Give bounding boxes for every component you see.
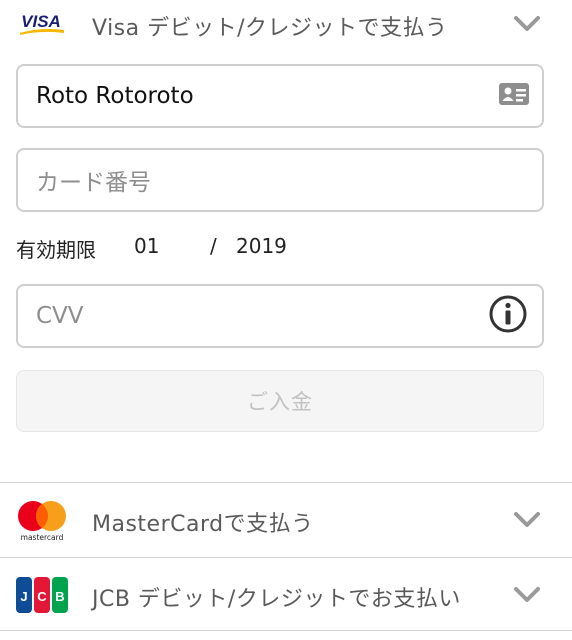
jcb-payment-option[interactable]: J C B JCB デビット/クレジットでお支払い [0,557,572,631]
card-number-placeholder: カード番号 [36,170,151,196]
cvv-placeholder: CVV [36,303,84,329]
expiry-label: 有効期限 [16,238,96,262]
mastercard-payment-option[interactable]: mastercard MasterCardで支払う [0,482,572,556]
mastercard-option-label: MasterCardで支払う [92,512,314,537]
chevron-down-icon[interactable] [512,14,542,34]
cardholder-name-value: Roto Rotoroto [36,83,194,109]
visa-option-label: Visa デビット/クレジットで支払う [92,16,448,41]
info-icon[interactable] [488,294,528,338]
card-number-field[interactable]: カード番号 [16,148,544,212]
visa-logo-icon: VISA [14,8,68,38]
cardholder-name-field[interactable]: Roto Rotoroto [16,64,544,128]
svg-text:B: B [55,589,64,604]
jcb-logo-icon: J C B [14,575,70,615]
expiry-month[interactable]: 01 [134,234,159,258]
svg-text:C: C [37,589,47,604]
id-card-icon [498,81,530,111]
expiry-date: 有効期限 01 / 2019 [16,230,556,268]
chevron-down-icon[interactable] [512,585,542,605]
visa-payment-option[interactable]: VISA Visa デビット/クレジットで支払う [0,0,572,48]
mastercard-logo-text: mastercard [21,533,64,542]
mastercard-logo-icon: mastercard [14,497,70,543]
deposit-button[interactable]: ご入金 [16,370,544,432]
visa-logo-text: VISA [21,12,61,31]
expiry-year[interactable]: 2019 [236,234,287,258]
expiry-separator: / [210,234,217,258]
jcb-option-label: JCB デビット/クレジットでお支払い [92,587,461,612]
chevron-down-icon[interactable] [512,510,542,530]
cvv-field[interactable]: CVV [16,284,544,348]
svg-text:J: J [20,589,27,604]
